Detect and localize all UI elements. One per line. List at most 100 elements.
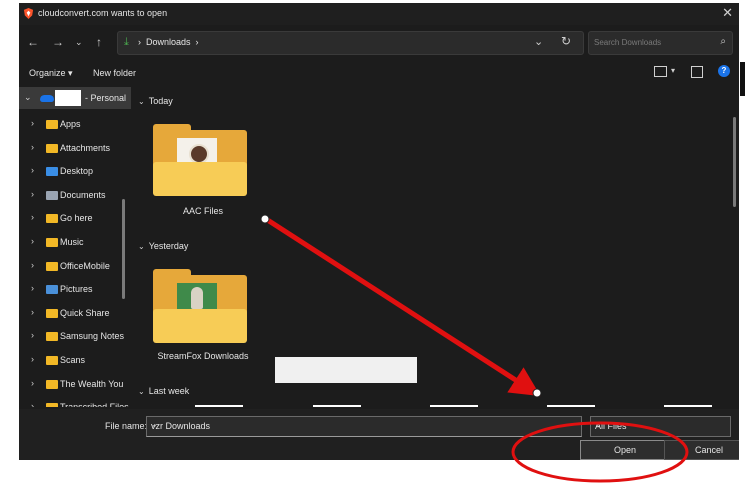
help-icon[interactable]: ? xyxy=(718,65,730,77)
desktop-icon xyxy=(46,167,58,177)
file-name-bar: File name: vzr Downloads ⌄ All Files ⌄ O… xyxy=(19,409,739,460)
navigation-bar: ← → ⌄ ↑ ⤓ › Downloads › ⌄ ↻ Search Downl… xyxy=(19,27,739,59)
search-icon[interactable]: ⌕ xyxy=(720,36,726,47)
chevron-down-icon[interactable]: ⌄ xyxy=(534,35,543,48)
file-name: StreamFox Downloads xyxy=(157,351,249,361)
redacted-area xyxy=(275,357,417,383)
file-type-select[interactable]: All Files ⌄ xyxy=(590,416,731,437)
chevron-right-icon[interactable]: › xyxy=(31,236,34,246)
sidebar-item-label: - Personal xyxy=(85,93,127,103)
group-header-today[interactable]: ⌄ Today xyxy=(138,96,173,106)
sidebar-item-label: Pictures xyxy=(60,284,93,295)
folder-icon xyxy=(46,214,58,224)
forward-icon[interactable]: → xyxy=(52,35,64,49)
sidebar-item-documents[interactable]: › Documents xyxy=(19,184,131,206)
folder-icon xyxy=(46,261,58,271)
file-list: ⌄ Today AAC Files ⌄ Yesterday StreamFox Do… xyxy=(133,87,739,407)
onedrive-icon xyxy=(40,95,54,102)
chevron-right-icon[interactable]: › xyxy=(31,283,34,293)
window-title: cloudconvert.com wants to open xyxy=(38,8,168,18)
sidebar-item-desktop[interactable]: › Desktop xyxy=(19,160,131,182)
open-button[interactable]: Open xyxy=(580,440,670,460)
file-tile-partial[interactable] xyxy=(547,405,595,407)
chevron-right-icon[interactable]: › xyxy=(31,118,34,128)
sidebar-item-samsung-notes[interactable]: › Samsung Notes xyxy=(19,325,131,347)
up-icon[interactable]: ↑ xyxy=(96,35,102,49)
refresh-icon[interactable]: ↻ xyxy=(561,34,571,48)
chevron-right-icon[interactable]: › xyxy=(31,401,34,407)
organize-button[interactable]: Organize ▾ xyxy=(29,68,73,79)
search-input[interactable]: Search Downloads xyxy=(594,38,661,47)
sidebar-item-officemobile[interactable]: › OfficeMobile xyxy=(19,255,131,277)
search-box[interactable]: Search Downloads ⌕ xyxy=(588,31,733,55)
sidebar-item-label: Scans xyxy=(60,355,86,365)
file-tile-partial[interactable] xyxy=(195,405,243,407)
file-name-label: File name: xyxy=(105,421,148,431)
sidebar-item-the-wealth-you[interactable]: › The Wealth You xyxy=(19,373,131,395)
chevron-down-icon: ⌄ xyxy=(138,97,145,106)
chevron-right-icon[interactable]: › xyxy=(31,354,34,364)
sidebar-item-quick-share[interactable]: › Quick Share xyxy=(19,302,131,324)
chevron-right-icon[interactable]: › xyxy=(31,330,34,340)
brave-icon xyxy=(23,8,34,19)
folder-icon xyxy=(46,379,58,389)
sidebar-item-label: Desktop xyxy=(60,166,94,177)
sidebar-item-transcribed-files[interactable]: › Transcribed Files xyxy=(19,396,131,407)
edge-marker xyxy=(740,62,745,96)
file-tile-partial[interactable] xyxy=(313,405,361,407)
sidebar-item-attachments[interactable]: › Attachments xyxy=(19,137,131,159)
sidebar-item-apps[interactable]: › Apps xyxy=(19,113,131,135)
redacted-name xyxy=(55,90,81,106)
folder-icon xyxy=(46,356,58,365)
sidebar-item-label: Documents xyxy=(60,189,106,200)
view-icon[interactable] xyxy=(654,66,667,77)
file-list-scrollbar[interactable] xyxy=(733,117,736,207)
address-bar[interactable]: ⤓ › Downloads › ⌄ ↻ xyxy=(117,31,584,55)
sidebar-scrollbar[interactable] xyxy=(122,199,125,299)
title-bar: cloudconvert.com wants to open ✕ xyxy=(19,3,739,25)
chevron-down-icon: ⌄ xyxy=(138,387,145,396)
group-header-last-week[interactable]: ⌄ Last week xyxy=(138,386,189,396)
preview-pane-icon[interactable] xyxy=(691,66,703,78)
folder-icon xyxy=(46,238,58,247)
chevron-right-icon[interactable]: › xyxy=(31,307,34,317)
back-icon[interactable]: ← xyxy=(27,35,39,49)
sidebar-item-label: Transcribed Files xyxy=(60,402,129,407)
folder-icon xyxy=(153,269,247,343)
command-bar: Organize ▾ New folder ▾ ? xyxy=(19,61,739,85)
file-name-input[interactable]: vzr Downloads ⌄ xyxy=(146,416,582,437)
file-open-dialog: cloudconvert.com wants to open ✕ ← → ⌄ ↑… xyxy=(19,3,739,460)
chevron-right-icon[interactable]: › xyxy=(31,260,34,270)
cancel-button[interactable]: Cancel xyxy=(664,440,739,460)
chevron-right-icon[interactable]: › xyxy=(31,142,34,152)
chevron-down-icon: ⌄ xyxy=(138,242,145,251)
view-dropdown-icon[interactable]: ▾ xyxy=(671,66,675,75)
folder-icon xyxy=(46,143,58,153)
chevron-down-icon[interactable]: ⌄ xyxy=(151,420,578,429)
sidebar-item-label: Quick Share xyxy=(60,307,110,318)
breadcrumb[interactable]: › Downloads › xyxy=(138,37,199,47)
new-folder-button[interactable]: New folder xyxy=(93,68,136,78)
chevron-right-icon[interactable]: › xyxy=(31,378,34,388)
sidebar-item-pictures[interactable]: › Pictures xyxy=(19,278,131,300)
sidebar-item-label: Attachments xyxy=(60,142,111,153)
folder-icon xyxy=(46,332,58,342)
file-tile-partial[interactable] xyxy=(430,405,478,407)
group-header-yesterday[interactable]: ⌄ Yesterday xyxy=(138,241,188,251)
close-icon[interactable]: ✕ xyxy=(722,5,733,21)
sidebar-item-onedrive[interactable]: ⌄ - Personal xyxy=(19,87,131,109)
chevron-right-icon[interactable]: › xyxy=(31,189,34,199)
recent-locations-icon[interactable]: ⌄ xyxy=(75,37,83,48)
sidebar-item-music[interactable]: › Music xyxy=(19,231,131,253)
chevron-down-icon[interactable]: ⌄ xyxy=(24,92,32,103)
sidebar-item-go-here[interactable]: › Go here xyxy=(19,207,131,229)
download-icon: ⤓ xyxy=(124,36,129,48)
file-tile-partial[interactable] xyxy=(664,405,712,407)
file-name: AAC Files xyxy=(182,206,223,216)
chevron-right-icon[interactable]: › xyxy=(31,212,34,222)
sidebar-item-label: Go here xyxy=(60,213,93,224)
chevron-right-icon[interactable]: › xyxy=(31,165,34,175)
chevron-down-icon[interactable]: ⌄ xyxy=(595,420,726,429)
sidebar-item-scans[interactable]: › Scans xyxy=(19,349,131,371)
folder-icon xyxy=(46,403,58,407)
